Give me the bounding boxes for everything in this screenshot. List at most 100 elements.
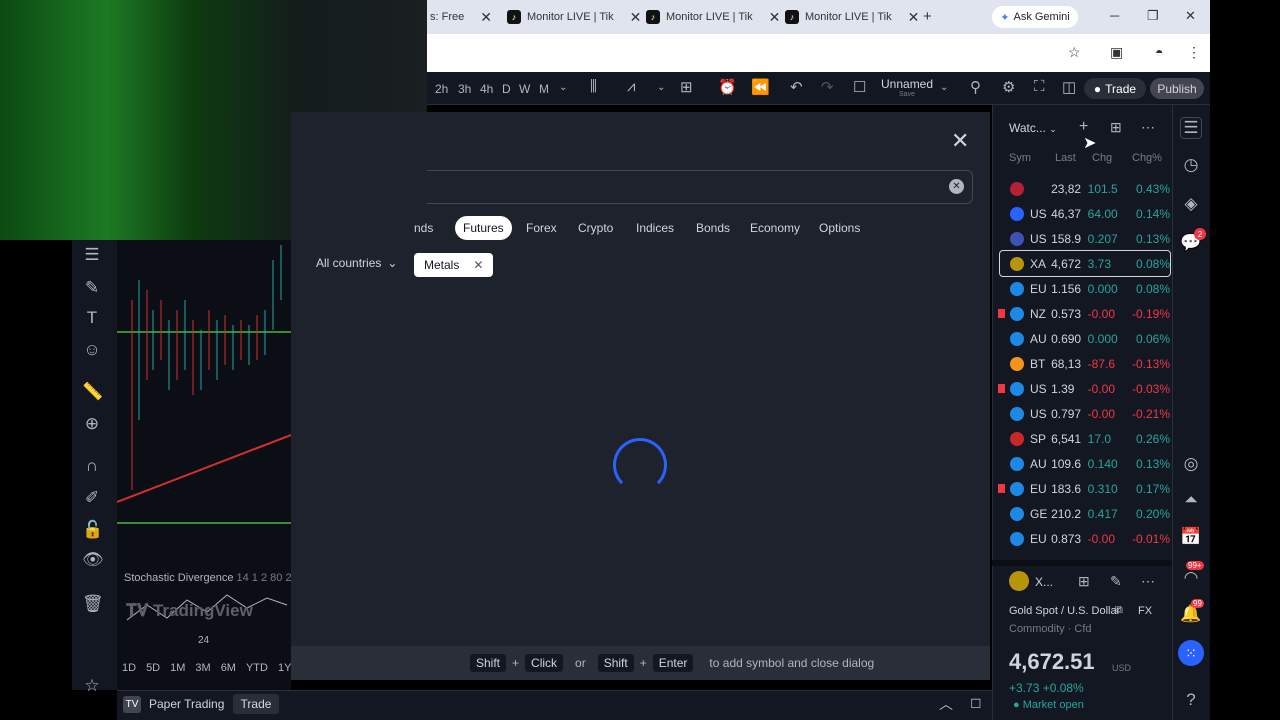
browser-tab-2[interactable]: ♪ Monitor LIVE | Tik ✕ [646,6,780,28]
favorites-star-icon[interactable]: ☆ [82,676,102,696]
brush-tool-icon[interactable]: ✎ [82,278,102,298]
alert-icon[interactable]: ⏰ [718,78,737,96]
close-dialog-icon[interactable]: ✕ [951,128,969,154]
watchlist-row[interactable]: NZ 0.573 -0.00 -0.19% [1000,301,1170,326]
publish-button[interactable]: Publish [1150,78,1204,99]
period-6m[interactable]: 6M [216,660,241,680]
paper-trade-button[interactable]: Trade [233,694,279,714]
watchlist-title[interactable]: Watc... ⌄ [1009,121,1057,135]
indicator-legend[interactable]: Stochastic Divergence 14 1 2 80 20 [124,572,298,584]
layout-name[interactable]: Unnamed [881,77,933,91]
watchlist-row[interactable]: BT 68,13 -87.6 -0.13% [1000,351,1170,376]
candles-icon[interactable]: ⫼ [590,78,597,95]
category-tab-crypto[interactable]: Crypto [570,216,621,240]
period-1d[interactable]: 1D [117,660,141,680]
collapse-up-icon[interactable]: ︿ [939,694,953,714]
close-tab-icon[interactable]: ✕ [630,9,642,26]
eye-tool-icon[interactable]: 👁 [82,550,104,570]
chevron-down-icon[interactable]: ⌄ [940,82,948,93]
star-icon[interactable]: ☆ [1068,44,1081,61]
watchlist-row[interactable]: US 46,37 64.00 0.14% [1000,201,1170,226]
metals-filter-chip[interactable]: Metals ✕ [414,253,493,277]
close-tab-icon[interactable]: ✕ [480,9,492,26]
watchlist-row[interactable]: AU 0.690 0.000 0.06% [1000,326,1170,351]
ruler-tool-icon[interactable]: 📏 [82,382,103,402]
layers-icon[interactable]: ◈ [1180,194,1202,214]
ask-gemini-button[interactable]: ✦ Ask Gemini [992,6,1078,28]
stream-icon[interactable]: ◠ [1180,568,1202,588]
clear-search-icon[interactable]: ✕ [949,179,964,194]
remove-filter-icon[interactable]: ✕ [473,258,483,272]
close-tab-icon[interactable]: ✕ [908,9,920,26]
col-header-chgp[interactable]: Chg% [1132,152,1162,164]
incognito-icon[interactable]: ◓ [1155,44,1163,60]
magnet-tool-icon[interactable]: ∩ [82,456,102,476]
maximize-icon[interactable]: ❐ [1147,8,1159,24]
redo-icon[interactable]: ↷ [821,78,834,96]
col-header-chg[interactable]: Chg [1092,152,1112,164]
grid-view-icon[interactable]: ⊞ [1078,573,1090,590]
period-5d[interactable]: 5D [141,660,165,680]
indicators-icon[interactable]: ⩘ [627,78,635,95]
watchlist-row[interactable]: 23,82 101.5 0.43% [1000,176,1170,201]
chevron-down-icon[interactable]: ⌄ [657,82,665,93]
target-icon[interactable]: ◎ [1180,454,1202,474]
watchlist-row[interactable]: US 158.9 0.207 0.13% [1000,226,1170,251]
maximize-panel-icon[interactable]: ◻ [970,694,982,711]
help-icon[interactable]: ? [1180,690,1202,710]
advanced-view-icon[interactable]: ⊞ [1110,119,1122,136]
clock-icon[interactable]: ◷ [1180,155,1202,175]
watchlist-row[interactable]: AU 109.6 0.140 0.13% [1000,451,1170,476]
watchlist-row[interactable]: EU 0.873 -0.00 -0.01% [1000,526,1170,551]
emoji-tool-icon[interactable]: ☺ [82,340,102,360]
country-filter[interactable]: All countries ⌄ [316,256,397,270]
calendar-icon[interactable]: 📅 [1180,527,1202,547]
settings-icon[interactable]: ⚙ [1002,78,1015,96]
timeframe-4h[interactable]: 4h [480,82,493,96]
watchlist-icon[interactable]: ☰ [1180,117,1202,139]
minimize-icon[interactable]: ─ [1110,8,1119,23]
sidepanel-icon[interactable]: ▣ [1110,44,1123,61]
snapshot-icon[interactable]: ◫ [1062,78,1076,96]
category-tab-indices[interactable]: Indices [628,216,682,240]
edit-icon[interactable]: ✎ [1110,573,1122,590]
timeframe-d[interactable]: D [502,82,511,96]
timeframe-m[interactable]: M [539,82,549,96]
watchlist-row[interactable]: US 0.797 -0.00 -0.21% [1000,401,1170,426]
watchlist-row[interactable]: SP 6,541 17.0 0.26% [1000,426,1170,451]
category-tab-economy[interactable]: Economy [742,216,808,240]
watchlist-row[interactable]: EU 1.156 0.000 0.08% [1000,276,1170,301]
apps-grid-icon[interactable]: ⁙ [1178,640,1204,666]
pattern-icon[interactable]: ⏶ [1180,490,1202,510]
text-tool-icon[interactable]: T [82,308,102,328]
menu-dots-icon[interactable]: ⋮ [1187,44,1201,61]
details-symbol[interactable]: X... [1035,575,1053,589]
category-tab-futures[interactable]: Futures [455,216,512,240]
new-tab-button[interactable]: + [923,8,932,25]
lines-tool-icon[interactable]: ☰ [82,245,102,265]
watchlist-row[interactable]: XA 4,672 3.73 0.08% [999,250,1171,277]
watchlist-row[interactable]: EU 183.6 0.310 0.17% [1000,476,1170,501]
category-tab-bonds[interactable]: Bonds [688,216,738,240]
timeframe-2h[interactable]: 2h [435,82,448,96]
symbol-search-input[interactable] [427,170,973,204]
price-chart[interactable] [116,240,292,690]
watchlist-row[interactable]: GE 210.2 0.417 0.20% [1000,501,1170,526]
fullscreen-icon[interactable]: ⛶ [1034,78,1045,95]
period-3m[interactable]: 3M [190,660,215,680]
browser-tab-0[interactable]: s: Free ✕ [430,6,492,28]
browser-tab-3[interactable]: ♪ Monitor LIVE | Tik ✕ [785,6,919,28]
timeframe-3h[interactable]: 3h [458,82,471,96]
watchlist-row[interactable]: US 1.39 -0.00 -0.03% [1000,376,1170,401]
col-header-last[interactable]: Last [1055,152,1076,164]
more-options-icon[interactable]: ⋯ [1141,119,1155,136]
symbol-full-name[interactable]: Gold Spot / U.S. Dollar [1009,605,1120,617]
templates-icon[interactable]: ⊞ [680,78,693,96]
close-window-icon[interactable]: ✕ [1185,8,1196,24]
paper-trading-label[interactable]: Paper Trading [149,697,224,711]
trash-tool-icon[interactable]: 🗑 [82,594,104,614]
browser-tab-1[interactable]: ♪ Monitor LIVE | Tik ✕ [507,6,641,28]
timeframe-w[interactable]: W [519,82,530,96]
zoom-tool-icon[interactable]: ⊕ [82,414,102,434]
period-1m[interactable]: 1M [165,660,190,680]
